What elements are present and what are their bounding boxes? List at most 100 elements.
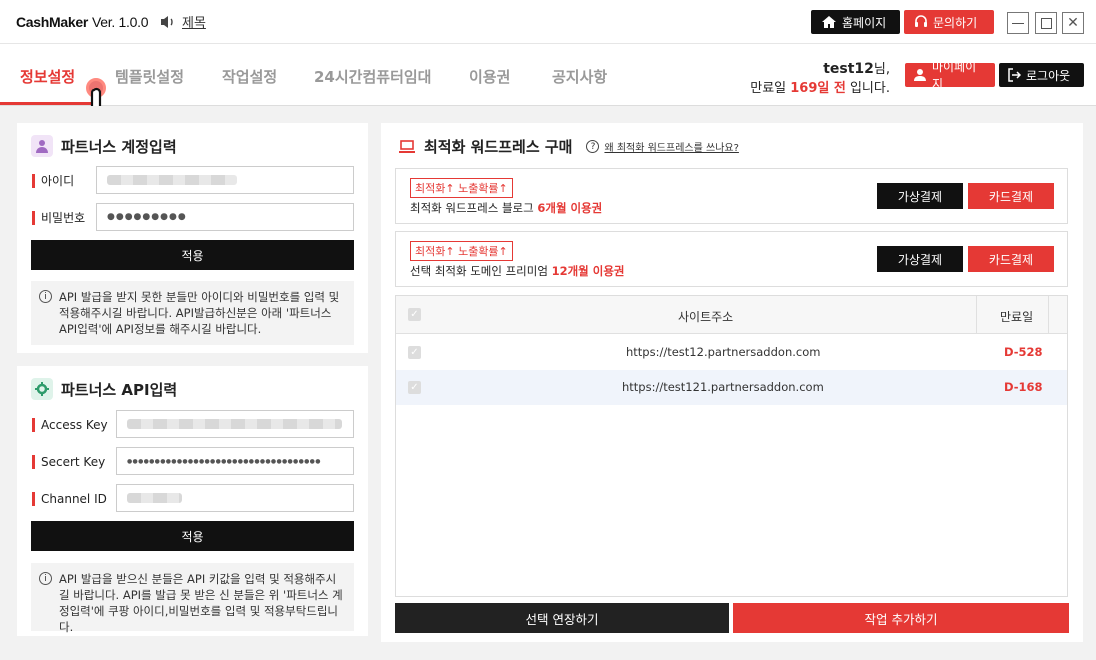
minimize-icon [1012, 22, 1024, 24]
id-row: 아이디 [32, 174, 74, 188]
title-bar: CashMaker Ver. 1.0.0 제목 홈페이지 문의하기 ✕ [0, 0, 1096, 44]
table-row[interactable]: ✓ https://test121.partnersaddon.com D-16… [396, 370, 1067, 405]
add-job-button[interactable]: 작업 추가하기 [733, 603, 1069, 633]
user-info: test12님, 만료일 169일 전 입니다. [720, 58, 890, 96]
id-input[interactable] [96, 166, 354, 194]
secret-key-label: Secert Key [32, 455, 105, 469]
expire-prefix: 만료일 [750, 81, 791, 96]
partners-account-title-text: 파트너스 계정입력 [61, 137, 177, 156]
expire-suffix: 입니다. [845, 81, 890, 96]
laptop-icon [399, 139, 415, 153]
access-key-label: Access Key [32, 418, 108, 432]
app-logo: CashMaker Ver. 1.0.0 [16, 14, 148, 30]
api-info-text: API 발급을 받으신 분들은 API 키값을 입력 및 적용해주시길 바랍니다… [59, 572, 343, 634]
column-divider [976, 296, 977, 334]
homepage-label: 홈페이지 [842, 15, 887, 30]
partners-api-title-text: 파트너스 API입력 [61, 380, 178, 399]
offer-tag: 최적화↑ 노출확률↑ [410, 178, 513, 198]
offer-text: 선택 최적화 도메인 프리미엄 [410, 264, 552, 278]
inquiry-button[interactable]: 문의하기 [904, 10, 994, 34]
username-suffix: 님, [873, 62, 890, 77]
site-url: https://test12.partnersaddon.com [626, 345, 821, 359]
home-icon [822, 16, 836, 28]
tab-template-settings[interactable]: 템플릿설정 [115, 66, 184, 87]
column-expiry: 만료일 [1000, 310, 1034, 324]
homepage-button[interactable]: 홈페이지 [811, 10, 900, 34]
site-expiry: D-528 [1004, 345, 1043, 359]
select-all-checkbox[interactable]: ✓ [408, 308, 421, 321]
app-version: Ver. 1.0.0 [92, 14, 149, 30]
channel-id-input[interactable] [116, 484, 354, 512]
channel-id-row: Channel ID [32, 492, 107, 506]
tab-info-settings[interactable]: 정보설정 [20, 66, 75, 87]
account-apply-button[interactable]: 적용 [31, 240, 354, 270]
speaker-icon [161, 15, 173, 28]
tab-subscription[interactable]: 이용권 [469, 66, 510, 87]
offer-highlight: 12개월 이용권 [551, 264, 625, 278]
username: test12 [823, 61, 874, 77]
card-pay-button[interactable]: 카드결제 [968, 183, 1054, 209]
api-info-box: i API 발급을 받으신 분들은 API 키값을 입력 및 적용해주시길 바랍… [31, 563, 354, 634]
question-icon: ? [586, 140, 600, 153]
offer-description: 최적화 워드프레스 블로그 6개월 이용권 [410, 200, 602, 216]
tab-computer-rental[interactable]: 24시간컴퓨터임대 [314, 66, 431, 87]
minimize-button[interactable] [1007, 12, 1029, 34]
partners-account-title: 파트너스 계정입력 [31, 135, 177, 157]
table-header: ✓ 사이트주소 만료일 [396, 296, 1067, 334]
close-button[interactable]: ✕ [1062, 12, 1084, 34]
logout-label: 로그아웃 [1026, 68, 1071, 83]
channel-id-masked [127, 493, 182, 503]
mypage-button[interactable]: 마이페이지 [905, 60, 995, 91]
user-icon [913, 69, 926, 81]
account-info-box: i API 발급을 받지 못한 분들만 아이디와 비밀번호를 입력 및 적용해주… [31, 281, 354, 345]
password-input[interactable]: ●●●●●●●●● [96, 203, 354, 231]
virtual-pay-button[interactable]: 가상결제 [877, 246, 963, 272]
password-row: 비밀번호 [32, 211, 85, 225]
virtual-pay-button[interactable]: 가상결제 [877, 183, 963, 209]
sound-title-link[interactable]: 제목 [182, 12, 206, 31]
sound-control[interactable]: 제목 [160, 12, 206, 31]
channel-id-label: Channel ID [32, 492, 107, 506]
tab-job-settings[interactable]: 작업설정 [222, 66, 277, 87]
partners-account-icon [31, 135, 53, 157]
partners-account-panel: 파트너스 계정입력 아이디 비밀번호 ●●●●●●●●● 적용 i API 발급… [17, 123, 368, 353]
offer-card-2: 최적화↑ 노출확률↑ 선택 최적화 도메인 프리미엄 12개월 이용권 가상결제… [395, 231, 1068, 287]
help-link-text: 왜 최적화 워드프레스를 쓰나요? [604, 143, 739, 154]
maximize-icon [1040, 17, 1052, 29]
info-icon: i [39, 290, 52, 303]
id-label: 아이디 [32, 174, 74, 188]
column-divider [1048, 296, 1049, 334]
expire-days: 169일 전 [790, 81, 846, 96]
offer-description: 선택 최적화 도메인 프리미엄 12개월 이용권 [410, 263, 625, 279]
partners-api-icon [31, 378, 53, 400]
site-url: https://test121.partnersaddon.com [622, 380, 824, 394]
logo-text: CashMaker [16, 14, 89, 30]
logout-button[interactable]: 로그아웃 [999, 63, 1084, 87]
access-key-input[interactable] [116, 410, 354, 438]
card-pay-button[interactable]: 카드결제 [968, 246, 1054, 272]
account-info-text: API 발급을 받지 못한 분들만 아이디와 비밀번호를 입력 및 적용해주시길… [59, 290, 340, 336]
tab-notices[interactable]: 공지사항 [552, 66, 607, 87]
maximize-button[interactable] [1035, 12, 1057, 34]
offer-text: 최적화 워드프레스 블로그 [410, 201, 538, 215]
row-checkbox[interactable]: ✓ [408, 346, 421, 359]
logout-icon [1008, 68, 1021, 82]
headset-icon [915, 15, 927, 27]
secret-key-row: Secert Key [32, 455, 105, 469]
table-row[interactable]: ✓ https://test12.partnersaddon.com D-528 [396, 335, 1067, 370]
partners-api-panel: 파트너스 API입력 Access Key Secert Key ●●●●●●●… [17, 366, 368, 636]
secret-key-input[interactable]: ●●●●●●●●●●●●●●●●●●●●●●●●●●●●●●●●●●● [116, 447, 354, 475]
password-label: 비밀번호 [32, 211, 85, 225]
help-link[interactable]: ? 왜 최적화 워드프레스를 쓰나요? [586, 139, 739, 154]
access-key-masked [127, 419, 342, 429]
api-apply-button[interactable]: 적용 [31, 521, 354, 551]
row-checkbox[interactable]: ✓ [408, 381, 421, 394]
extend-selected-button[interactable]: 선택 연장하기 [395, 603, 729, 633]
offer-card-1: 최적화↑ 노출확률↑ 최적화 워드프레스 블로그 6개월 이용권 가상결제 카드… [395, 168, 1068, 224]
site-expiry: D-168 [1004, 380, 1043, 394]
partners-api-title: 파트너스 API입력 [31, 378, 177, 400]
mypage-label: 마이페이지 [931, 60, 977, 91]
offer-highlight: 6개월 이용권 [537, 201, 603, 215]
wordpress-title: 최적화 워드프레스 구매 ? 왜 최적화 워드프레스를 쓰나요? [398, 136, 739, 157]
close-icon: ✕ [1067, 15, 1079, 31]
